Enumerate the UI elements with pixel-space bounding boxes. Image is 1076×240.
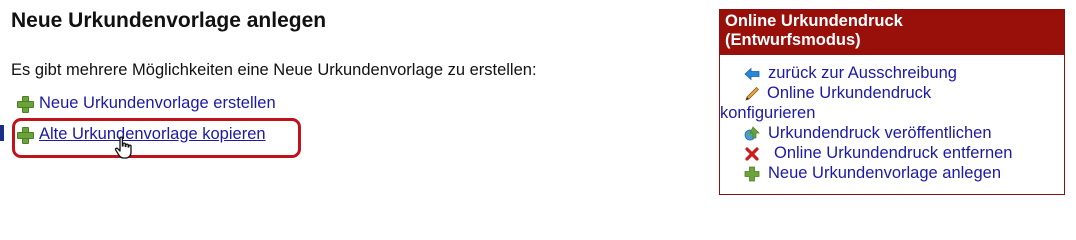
option-new-template[interactable]: Neue Urkundenvorlage erstellen	[17, 92, 276, 114]
sidebar-box: Online Urkundendruck (Entwurfsmodus) zur…	[719, 9, 1065, 195]
option-copy-template[interactable]: Alte Urkundenvorlage kopieren	[17, 123, 266, 145]
sidebar-item-label: zurück zur Ausschreibung	[768, 64, 957, 82]
sidebar-item-remove[interactable]: Online Urkundendruck entfernen	[720, 143, 1064, 163]
intro-text: Es gibt mehrere Möglichkeiten eine Neue …	[11, 61, 537, 79]
plus-icon	[17, 126, 34, 144]
sidebar-title-line1: Online Urkundendruck	[725, 12, 903, 30]
pencil-icon	[745, 86, 760, 101]
delete-icon	[745, 147, 759, 161]
sidebar-item-label: Neue Urkundenvorlage anlegen	[768, 164, 1001, 182]
sidebar-header: Online Urkundendruck (Entwurfsmodus)	[720, 10, 1064, 55]
sidebar-menu: zurück zur Ausschreibung Online Urkunden…	[720, 55, 1064, 183]
sidebar-item-label: Online Urkundendruck entfernen	[774, 144, 1013, 162]
sidebar-item-back[interactable]: zurück zur Ausschreibung	[720, 63, 1064, 83]
option-copy-template-link[interactable]: Alte Urkundenvorlage kopieren	[39, 125, 266, 144]
sidebar-title-line2: (Entwurfsmodus)	[725, 31, 861, 49]
sidebar-item-new-template[interactable]: Neue Urkundenvorlage anlegen	[720, 163, 1064, 183]
plus-icon	[744, 166, 760, 182]
hand-cursor-icon	[114, 136, 132, 159]
arrow-left-icon	[744, 67, 760, 81]
sidebar-item-configure[interactable]: Online Urkundendruck konfigurieren	[720, 83, 1064, 123]
option-new-template-link[interactable]: Neue Urkundenvorlage erstellen	[39, 94, 276, 113]
sidebar-item-publish[interactable]: Urkundendruck veröffentlichen	[720, 123, 1064, 143]
page-title: Neue Urkundenvorlage anlegen	[11, 9, 327, 32]
sidebar-item-label: Urkundendruck veröffentlichen	[768, 124, 992, 142]
publish-icon	[744, 126, 760, 141]
plus-icon	[17, 95, 34, 113]
sidebar-item-label: Online Urkundendruck	[767, 84, 932, 102]
sidebar-item-label-line2: konfigurieren	[720, 104, 816, 122]
left-edge-tab	[0, 125, 4, 141]
